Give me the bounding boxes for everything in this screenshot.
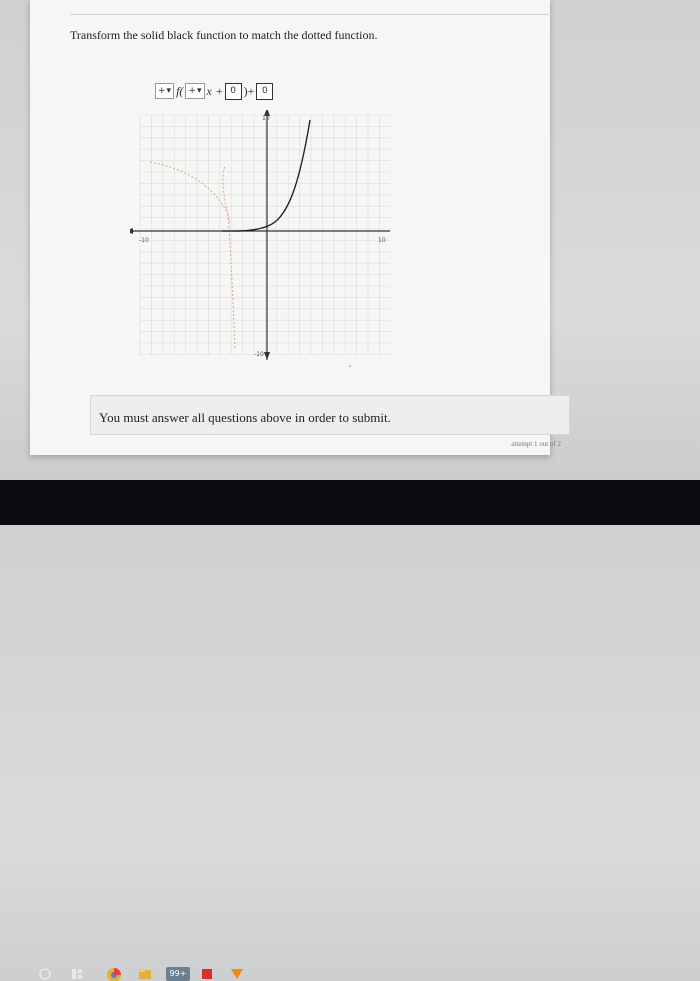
coordinate-graph[interactable]: -10 10 10 -10 x y (130, 110, 390, 370)
taskbar: 99+ (0, 480, 700, 981)
chevron-down-icon: ▾ (166, 86, 172, 96)
badge-99-icon[interactable]: 99+ (166, 967, 190, 981)
notice-text: You must answer all questions above in o… (99, 410, 391, 425)
transform-expression: + ▾ f( + ▾ x + 0 )+ 0 (155, 82, 274, 100)
horizontal-shift-input[interactable]: 0 (224, 82, 242, 100)
file-explorer-icon[interactable] (138, 967, 152, 981)
y-axis-bottom-arrow (264, 352, 270, 360)
x-min-label: -10 (139, 237, 149, 244)
close-paren-plus: )+ (243, 83, 255, 98)
question-card: Transform the solid black function to ma… (30, 0, 570, 455)
solid-black-curve[interactable] (222, 119, 311, 232)
y-max-label: 10 (262, 115, 270, 122)
vertical-shift-input[interactable]: 0 (256, 82, 274, 100)
sign-select-inner-value: + (188, 86, 196, 96)
red-app-icon[interactable] (200, 967, 214, 981)
sign-select-inner[interactable]: + ▾ (185, 83, 205, 99)
sign-select-outer[interactable]: + ▾ (155, 83, 175, 99)
graph-dot (349, 365, 351, 367)
attempt-counter: attempt 1 out of 2 (511, 440, 561, 448)
orange-triangle-icon[interactable] (230, 967, 244, 981)
chrome-icon[interactable] (106, 967, 122, 981)
task-view-icon[interactable] (70, 967, 84, 981)
x-axis-left-arrow (130, 228, 133, 234)
cortana-circle-icon[interactable] (38, 967, 52, 981)
dotted-target-curve-upper (149, 161, 231, 224)
x-max-label: 10 (378, 237, 386, 244)
sign-select-outer-value: + (158, 86, 166, 96)
grid-lines (139, 114, 390, 355)
y-min-label: -10 (254, 351, 264, 358)
function-f-open: f( (176, 83, 184, 98)
variable-x: x (206, 83, 212, 98)
plus-sign: + (215, 83, 223, 98)
chevron-down-icon: ▾ (196, 86, 202, 96)
dotted-target-curve (222, 166, 236, 351)
divider (70, 14, 560, 15)
submit-notice: You must answer all questions above in o… (90, 395, 570, 448)
question-text: Transform the solid black function to ma… (70, 28, 378, 42)
